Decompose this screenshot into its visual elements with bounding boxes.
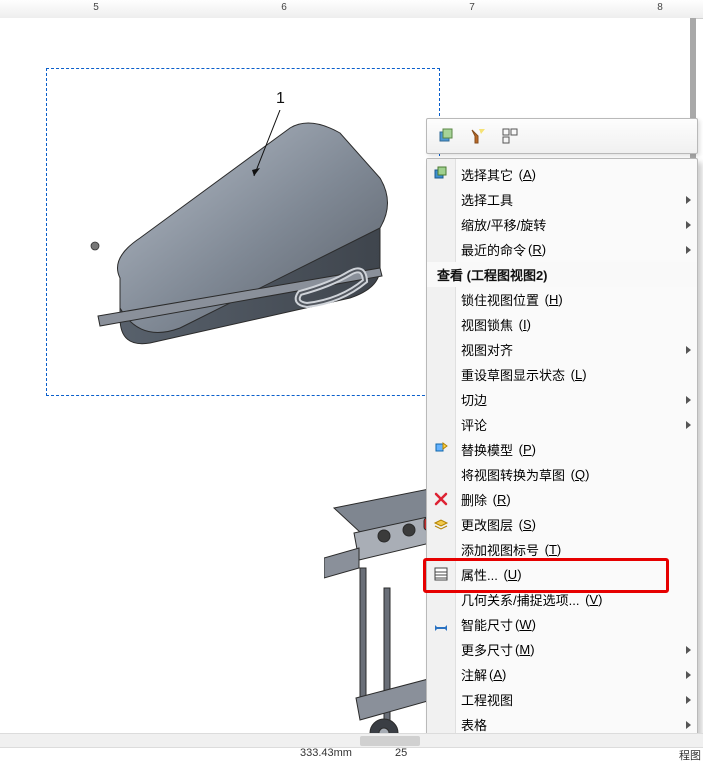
menu-item-zoom-pan-rotate[interactable]: 缩放/平移/旋转 bbox=[427, 212, 697, 237]
menu-item-view-align[interactable]: 视图对齐 bbox=[427, 337, 697, 362]
menu-section-header: 查看 (工程图视图2) bbox=[427, 262, 697, 287]
chevron-right-icon bbox=[686, 346, 691, 354]
select-other-icon bbox=[432, 165, 450, 183]
horizontal-scrollbar[interactable] bbox=[0, 733, 703, 748]
menu-label: 属性... bbox=[461, 565, 498, 584]
status-coord-x: 333.43mm bbox=[300, 747, 352, 759]
menu-item-relations-snap-options[interactable]: 几何关系/捕捉选项... (V) bbox=[427, 587, 697, 612]
replace-model-icon bbox=[432, 440, 450, 458]
delete-icon bbox=[432, 490, 450, 508]
chevron-right-icon bbox=[686, 671, 691, 679]
menu-label: 重设草图显示状态 bbox=[461, 365, 565, 384]
ruler-tick: 7 bbox=[469, 2, 475, 13]
menu-item-recent-commands[interactable]: 最近的命令 (R) bbox=[427, 237, 697, 262]
menu-label: 工程视图 bbox=[461, 690, 513, 709]
ruler-tick: 5 bbox=[93, 2, 99, 13]
menu-label: 选择其它 bbox=[461, 165, 513, 184]
chevron-right-icon bbox=[686, 646, 691, 654]
ruler: 5 6 7 8 bbox=[0, 0, 703, 19]
menu-label: 锁住视图位置 bbox=[461, 290, 539, 309]
menu-label: 视图对齐 bbox=[461, 340, 513, 359]
menu-item-delete[interactable]: 删除 (R) bbox=[427, 487, 697, 512]
select-other-icon[interactable] bbox=[437, 127, 455, 145]
properties-icon bbox=[432, 565, 450, 583]
drawing-view-lid[interactable] bbox=[80, 118, 400, 358]
smart-dim-icon bbox=[432, 615, 450, 633]
chevron-right-icon bbox=[686, 196, 691, 204]
menu-label: 注解 bbox=[461, 665, 487, 684]
menu-label: 智能尺寸 bbox=[461, 615, 513, 634]
menu-item-properties[interactable]: 属性... (U) bbox=[427, 562, 697, 587]
menu-label: 缩放/平移/旋转 bbox=[461, 215, 546, 234]
menu-item-lock-view-position[interactable]: 锁住视图位置 (H) bbox=[427, 287, 697, 312]
chevron-right-icon bbox=[686, 246, 691, 254]
menu-item-annotate[interactable]: 注解 (A) bbox=[427, 662, 697, 687]
mini-toolbar bbox=[426, 118, 698, 154]
menu-item-reset-sketch-display[interactable]: 重设草图显示状态 (L) bbox=[427, 362, 697, 387]
menu-item-view-focus[interactable]: 视图锁焦 (I) bbox=[427, 312, 697, 337]
change-layer-icon bbox=[432, 515, 450, 533]
menu-item-comment[interactable]: 评论 bbox=[427, 412, 697, 437]
chevron-right-icon bbox=[686, 396, 691, 404]
menu-label: 添加视图标号 bbox=[461, 540, 539, 559]
menu-label: 切边 bbox=[461, 390, 487, 409]
layout-icon[interactable] bbox=[501, 127, 519, 145]
context-menu: 选择其它 (A) 选择工具 缩放/平移/旋转 最近的命令 (R) 查看 (工程图… bbox=[426, 158, 698, 741]
menu-label: 几何关系/捕捉选项... bbox=[461, 590, 579, 609]
flashlight-icon[interactable] bbox=[469, 127, 487, 145]
chevron-right-icon bbox=[686, 221, 691, 229]
menu-item-drawing-view[interactable]: 工程视图 bbox=[427, 687, 697, 712]
chevron-right-icon bbox=[686, 696, 691, 704]
status-right-label: 程图 bbox=[679, 747, 701, 762]
ruler-tick: 6 bbox=[281, 2, 287, 13]
menu-label: 最近的命令 bbox=[461, 240, 526, 259]
menu-label: 表格 bbox=[461, 715, 487, 734]
menu-item-tangent-edges[interactable]: 切边 bbox=[427, 387, 697, 412]
menu-label: 更改图层 bbox=[461, 515, 513, 534]
menu-item-more-dimensions[interactable]: 更多尺寸 (M) bbox=[427, 637, 697, 662]
menu-label: 删除 bbox=[461, 490, 487, 509]
menu-item-change-layer[interactable]: 更改图层 (S) bbox=[427, 512, 697, 537]
menu-label: 将视图转换为草图 bbox=[461, 465, 565, 484]
menu-label: 选择工具 bbox=[461, 190, 513, 209]
chevron-right-icon bbox=[686, 721, 691, 729]
menu-label: 视图锁焦 bbox=[461, 315, 513, 334]
status-bar: 333.43mm 25 程图 bbox=[0, 747, 703, 762]
chevron-right-icon bbox=[686, 421, 691, 429]
menu-item-convert-to-sketch[interactable]: 将视图转换为草图 (Q) bbox=[427, 462, 697, 487]
status-coord-y: 25 bbox=[395, 747, 407, 759]
menu-label: 替换模型 bbox=[461, 440, 513, 459]
scrollbar-thumb[interactable] bbox=[360, 736, 420, 746]
ruler-tick: 8 bbox=[657, 2, 663, 13]
menu-label: 更多尺寸 bbox=[461, 640, 513, 659]
menu-item-select-tools[interactable]: 选择工具 bbox=[427, 187, 697, 212]
menu-label: 评论 bbox=[461, 415, 487, 434]
menu-item-add-view-label[interactable]: 添加视图标号 (T) bbox=[427, 537, 697, 562]
menu-item-smart-dimension[interactable]: 智能尺寸 (W) bbox=[427, 612, 697, 637]
balloon-label[interactable]: 1 bbox=[276, 90, 285, 108]
menu-item-select-other[interactable]: 选择其它 (A) bbox=[427, 162, 697, 187]
menu-item-replace-model[interactable]: 替换模型 (P) bbox=[427, 437, 697, 462]
